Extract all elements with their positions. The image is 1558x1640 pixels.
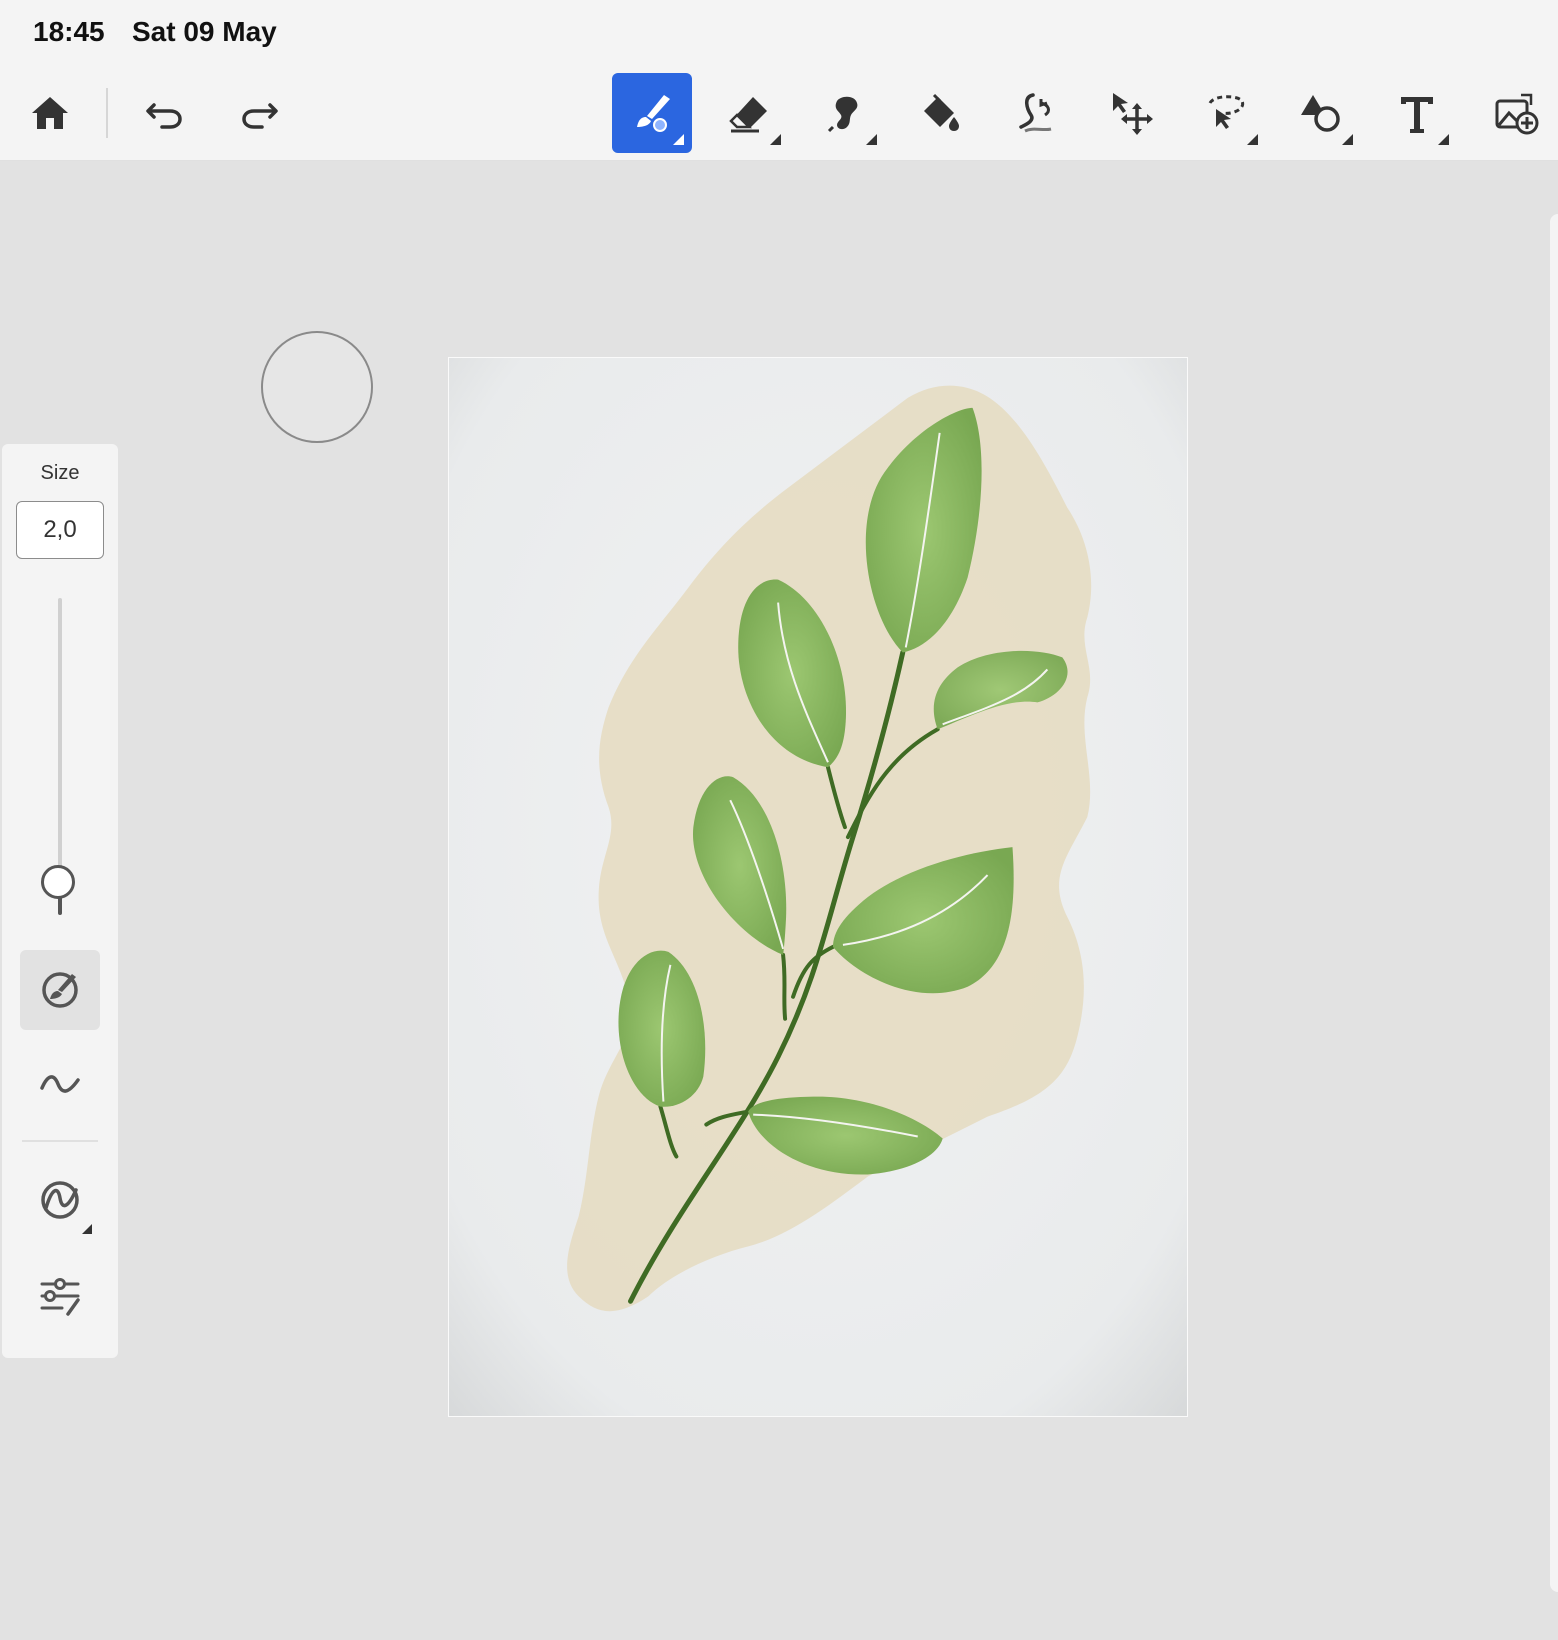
- size-label: Size: [40, 462, 80, 484]
- brush-size-cursor: [261, 331, 373, 443]
- wave-icon: [40, 1075, 80, 1093]
- text-icon: [1401, 97, 1433, 133]
- status-date: Sat 09 May: [132, 16, 277, 47]
- home-button[interactable]: [10, 73, 90, 153]
- fill-tool-button[interactable]: [900, 73, 980, 153]
- place-image-button[interactable]: [1477, 73, 1557, 153]
- smoothing-button[interactable]: [20, 1044, 100, 1124]
- sliders-icon: [40, 1278, 80, 1316]
- selection-tool-button[interactable]: [1186, 73, 1266, 153]
- size-slider-track[interactable]: [58, 598, 62, 898]
- home-icon: [32, 97, 68, 129]
- status-time: 18:45: [33, 16, 105, 47]
- submenu-indicator: [82, 1224, 92, 1234]
- liquify-tool-button[interactable]: [995, 73, 1075, 153]
- brush-panel: Size 2,0: [2, 444, 118, 1358]
- canvas-document[interactable]: [448, 357, 1188, 1417]
- undo-button[interactable]: [124, 73, 204, 153]
- layers-panel-edge[interactable]: [1550, 214, 1558, 1592]
- submenu-indicator: [1438, 134, 1449, 145]
- brush-library-button[interactable]: [20, 1160, 100, 1240]
- toolbar-divider: [106, 88, 108, 138]
- submenu-indicator: [770, 134, 781, 145]
- panel-divider: [22, 1140, 98, 1142]
- status-bar: 18:45 Sat 09 May: [0, 0, 1558, 66]
- eraser-icon: [729, 97, 767, 133]
- size-input[interactable]: 2,0: [16, 501, 104, 559]
- submenu-indicator: [1342, 134, 1353, 145]
- paint-brush-icon: [637, 95, 670, 132]
- artwork: [449, 358, 1187, 1416]
- redo-icon: [242, 103, 278, 129]
- brush-pressure-icon: [42, 972, 78, 1008]
- top-toolbar: [0, 66, 1558, 161]
- liquify-icon: [1019, 93, 1052, 133]
- paint-bucket-icon: [924, 93, 959, 131]
- size-value: 2,0: [43, 516, 77, 543]
- smudge-tool-button[interactable]: [805, 73, 885, 153]
- brush-options-button[interactable]: [20, 1256, 100, 1336]
- submenu-indicator: [1247, 134, 1258, 145]
- lasso-select-icon: [1208, 95, 1245, 129]
- text-tool-button[interactable]: [1377, 73, 1457, 153]
- add-image-icon: [1495, 93, 1539, 135]
- eraser-tool-button[interactable]: [709, 73, 789, 153]
- move-transform-icon: [1113, 93, 1153, 135]
- shape-tool-button[interactable]: [1281, 73, 1361, 153]
- redo-button[interactable]: [220, 73, 300, 153]
- size-slider-knob[interactable]: [41, 865, 75, 899]
- brush-library-icon: [41, 1181, 79, 1219]
- submenu-indicator: [866, 134, 877, 145]
- smudge-icon: [827, 96, 858, 133]
- transform-tool-button[interactable]: [1091, 73, 1171, 153]
- paint-brush-tool-button[interactable]: [612, 73, 692, 153]
- brush-settings-button[interactable]: [20, 950, 100, 1030]
- shapes-icon: [1301, 95, 1340, 132]
- undo-icon: [146, 103, 182, 129]
- submenu-indicator: [673, 134, 684, 145]
